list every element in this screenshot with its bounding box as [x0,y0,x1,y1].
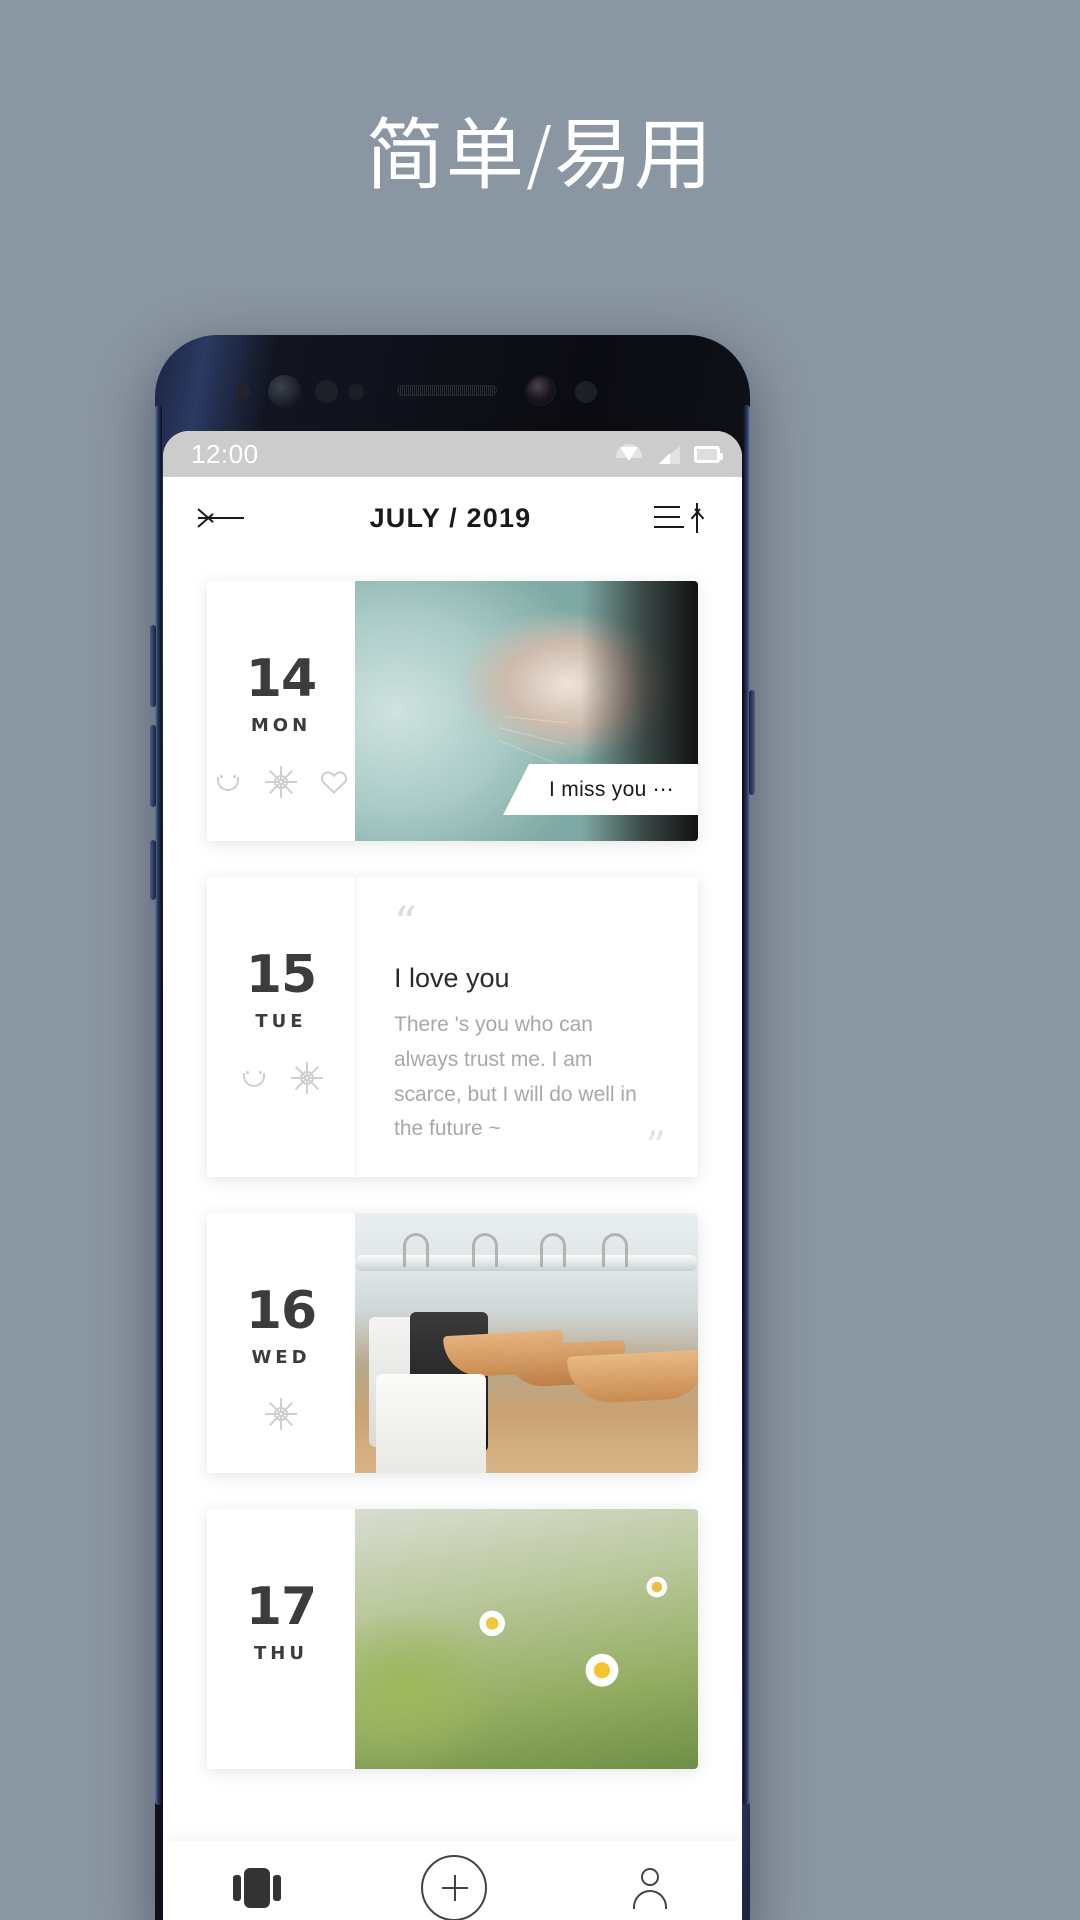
phone-edge-right [743,405,750,1805]
sun-icon[interactable] [291,1062,323,1094]
entry-date-panel: 16 WED [207,1212,355,1473]
sensor-dot-icon [235,384,250,399]
back-arrow-icon[interactable] [195,501,247,535]
entry-mood-row [239,1062,323,1094]
iris-scanner-icon [268,375,301,408]
daisy-flowers-photo [355,1508,698,1769]
nav-cards-view[interactable] [233,1866,282,1910]
proximity-sensor-icon [315,380,338,403]
entry-date-panel: 17 THU [207,1508,355,1769]
phone-sensor-array [155,375,750,415]
diary-entry-card[interactable]: 17 THU [207,1508,698,1769]
diary-entry-card[interactable]: 14 MON I miss you ⋯ [207,581,698,841]
entry-quote-panel[interactable]: “ I love you There 's you who can always… [355,877,698,1177]
light-sensor-icon [348,384,364,400]
entry-weekday: THU [254,1642,308,1664]
entry-media-panel[interactable] [355,1212,698,1473]
cards-view-icon [233,1866,282,1910]
status-bar: 12:00 [163,431,742,477]
entry-media-panel[interactable] [355,1508,698,1769]
wifi-icon [616,444,642,464]
status-time: 12:00 [191,438,259,469]
diary-entry-card[interactable]: 15 TUE “ I love you There 's you who can… [207,877,698,1177]
entry-weekday: WED [251,1346,311,1368]
clothes-hangers-photo [355,1212,698,1473]
quote-text: There 's you who can always trust me. I … [394,1013,637,1141]
entry-day-number: 16 [245,1280,317,1341]
quote-open-mark: “ [394,898,417,949]
battery-icon [694,445,723,463]
phone-screen: 12:00 JULY / 2019 14 MON I miss you ⋯ 15… [163,431,742,1920]
smile-icon[interactable] [213,767,243,797]
entry-date-panel: 15 TUE [207,877,355,1177]
entry-weekday: TUE [255,1011,307,1032]
led-indicator-icon [575,381,597,403]
nav-add-entry[interactable] [421,1855,488,1920]
entry-day-number: 15 [245,945,317,1005]
smile-icon[interactable] [239,1063,269,1093]
phone-mockup: 12:00 JULY / 2019 14 MON I miss you ⋯ 15… [150,335,755,1920]
entry-day-number: 17 [245,1576,317,1637]
assistant-button[interactable] [150,840,156,900]
entry-date-panel: 14 MON [207,581,355,841]
heart-icon[interactable] [319,767,349,797]
entry-weekday: MON [250,715,312,736]
app-header: JULY / 2019 [163,477,742,559]
power-button[interactable] [749,690,755,795]
diary-entry-card[interactable]: 16 WED [207,1212,698,1473]
add-plus-icon [421,1855,488,1920]
quote-close-mark: ” [645,1123,667,1170]
volume-down-button[interactable] [150,725,156,807]
sun-icon[interactable] [265,1397,297,1430]
earpiece-speaker-icon [397,385,497,396]
sun-icon[interactable] [265,766,297,798]
phone-edge-left [155,405,162,1805]
promo-headline: 简单/易用 [365,111,715,201]
bottom-navigation [163,1841,742,1920]
diary-feed[interactable]: 14 MON I miss you ⋯ 15 TUE “ I love you … [163,559,742,1841]
entry-media-panel[interactable]: I miss you ⋯ [355,581,698,841]
quote-title: I love you [394,963,510,994]
entry-tag-banner[interactable]: I miss you ⋯ [503,764,698,815]
status-icon-group [616,444,723,464]
nav-profile[interactable] [628,1866,672,1910]
page-title: JULY / 2019 [369,502,532,533]
entry-mood-row [213,766,349,798]
entry-day-number: 14 [245,649,317,709]
volume-up-button[interactable] [150,625,156,707]
person-profile-icon [628,1866,672,1910]
entry-mood-row [265,1397,297,1430]
front-camera-icon [527,377,554,404]
sort-ascending-icon[interactable] [654,498,710,538]
signal-icon [656,444,680,464]
